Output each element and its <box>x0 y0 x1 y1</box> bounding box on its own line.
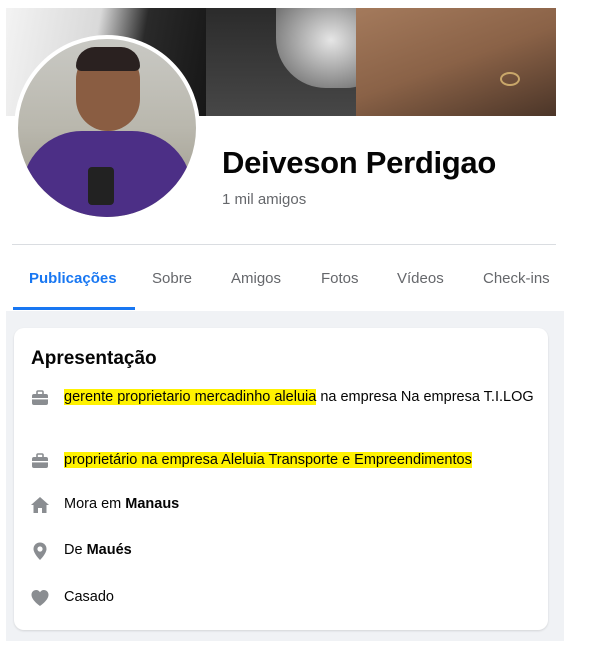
profile-name: Deiveson Perdigao <box>222 145 496 180</box>
profile-tabs: Publicações Sobre Amigos Fotos Vídeos Ch… <box>12 262 572 310</box>
intro-work-1-text: gerente proprietario mercadinho aleluia … <box>64 388 534 407</box>
profile-avatar[interactable] <box>14 35 200 221</box>
intro-work-2-text: proprietário na empresa Aleluia Transpor… <box>64 451 534 470</box>
avatar-hair <box>76 47 140 71</box>
cover-photo-ring <box>500 72 520 86</box>
intro-lives-in-text: Mora em Manaus <box>64 495 534 514</box>
intro-work-1-highlight: gerente proprietario mercadinho aleluia <box>64 389 317 405</box>
intro-work-2-highlight: proprietário na empresa Aleluia Transpor… <box>64 452 472 468</box>
cover-photo-hand <box>356 8 556 116</box>
friends-count[interactable]: 1 mil amigos <box>222 191 306 208</box>
tab-videos[interactable]: Vídeos <box>397 270 444 287</box>
active-tab-indicator <box>13 307 135 310</box>
tab-amigos[interactable]: Amigos <box>231 270 281 287</box>
relationship-text: Casado <box>64 589 114 605</box>
tab-fotos[interactable]: Fotos <box>321 270 359 287</box>
avatar-phone <box>88 167 114 205</box>
header-divider <box>12 244 556 245</box>
tab-publicacoes[interactable]: Publicações <box>29 270 117 287</box>
location-pin-icon <box>33 542 47 560</box>
tab-sobre[interactable]: Sobre <box>152 270 192 287</box>
tab-check-ins[interactable]: Check-ins <box>483 270 550 287</box>
lives-in-place[interactable]: Manaus <box>125 496 179 512</box>
from-place[interactable]: Maués <box>87 542 132 558</box>
lives-in-prefix: Mora em <box>64 496 126 512</box>
intro-from-text: De Maués <box>64 541 534 560</box>
intro-card: Apresentação gerente proprietario mercad… <box>14 328 548 630</box>
briefcase-icon <box>32 453 48 468</box>
heart-icon <box>31 590 49 606</box>
home-icon <box>31 497 49 513</box>
intro-title: Apresentação <box>31 348 157 369</box>
intro-work-1-rest: na empresa Na empresa T.I.LOG <box>316 389 534 405</box>
briefcase-icon <box>32 390 48 405</box>
from-prefix: De <box>64 542 87 558</box>
